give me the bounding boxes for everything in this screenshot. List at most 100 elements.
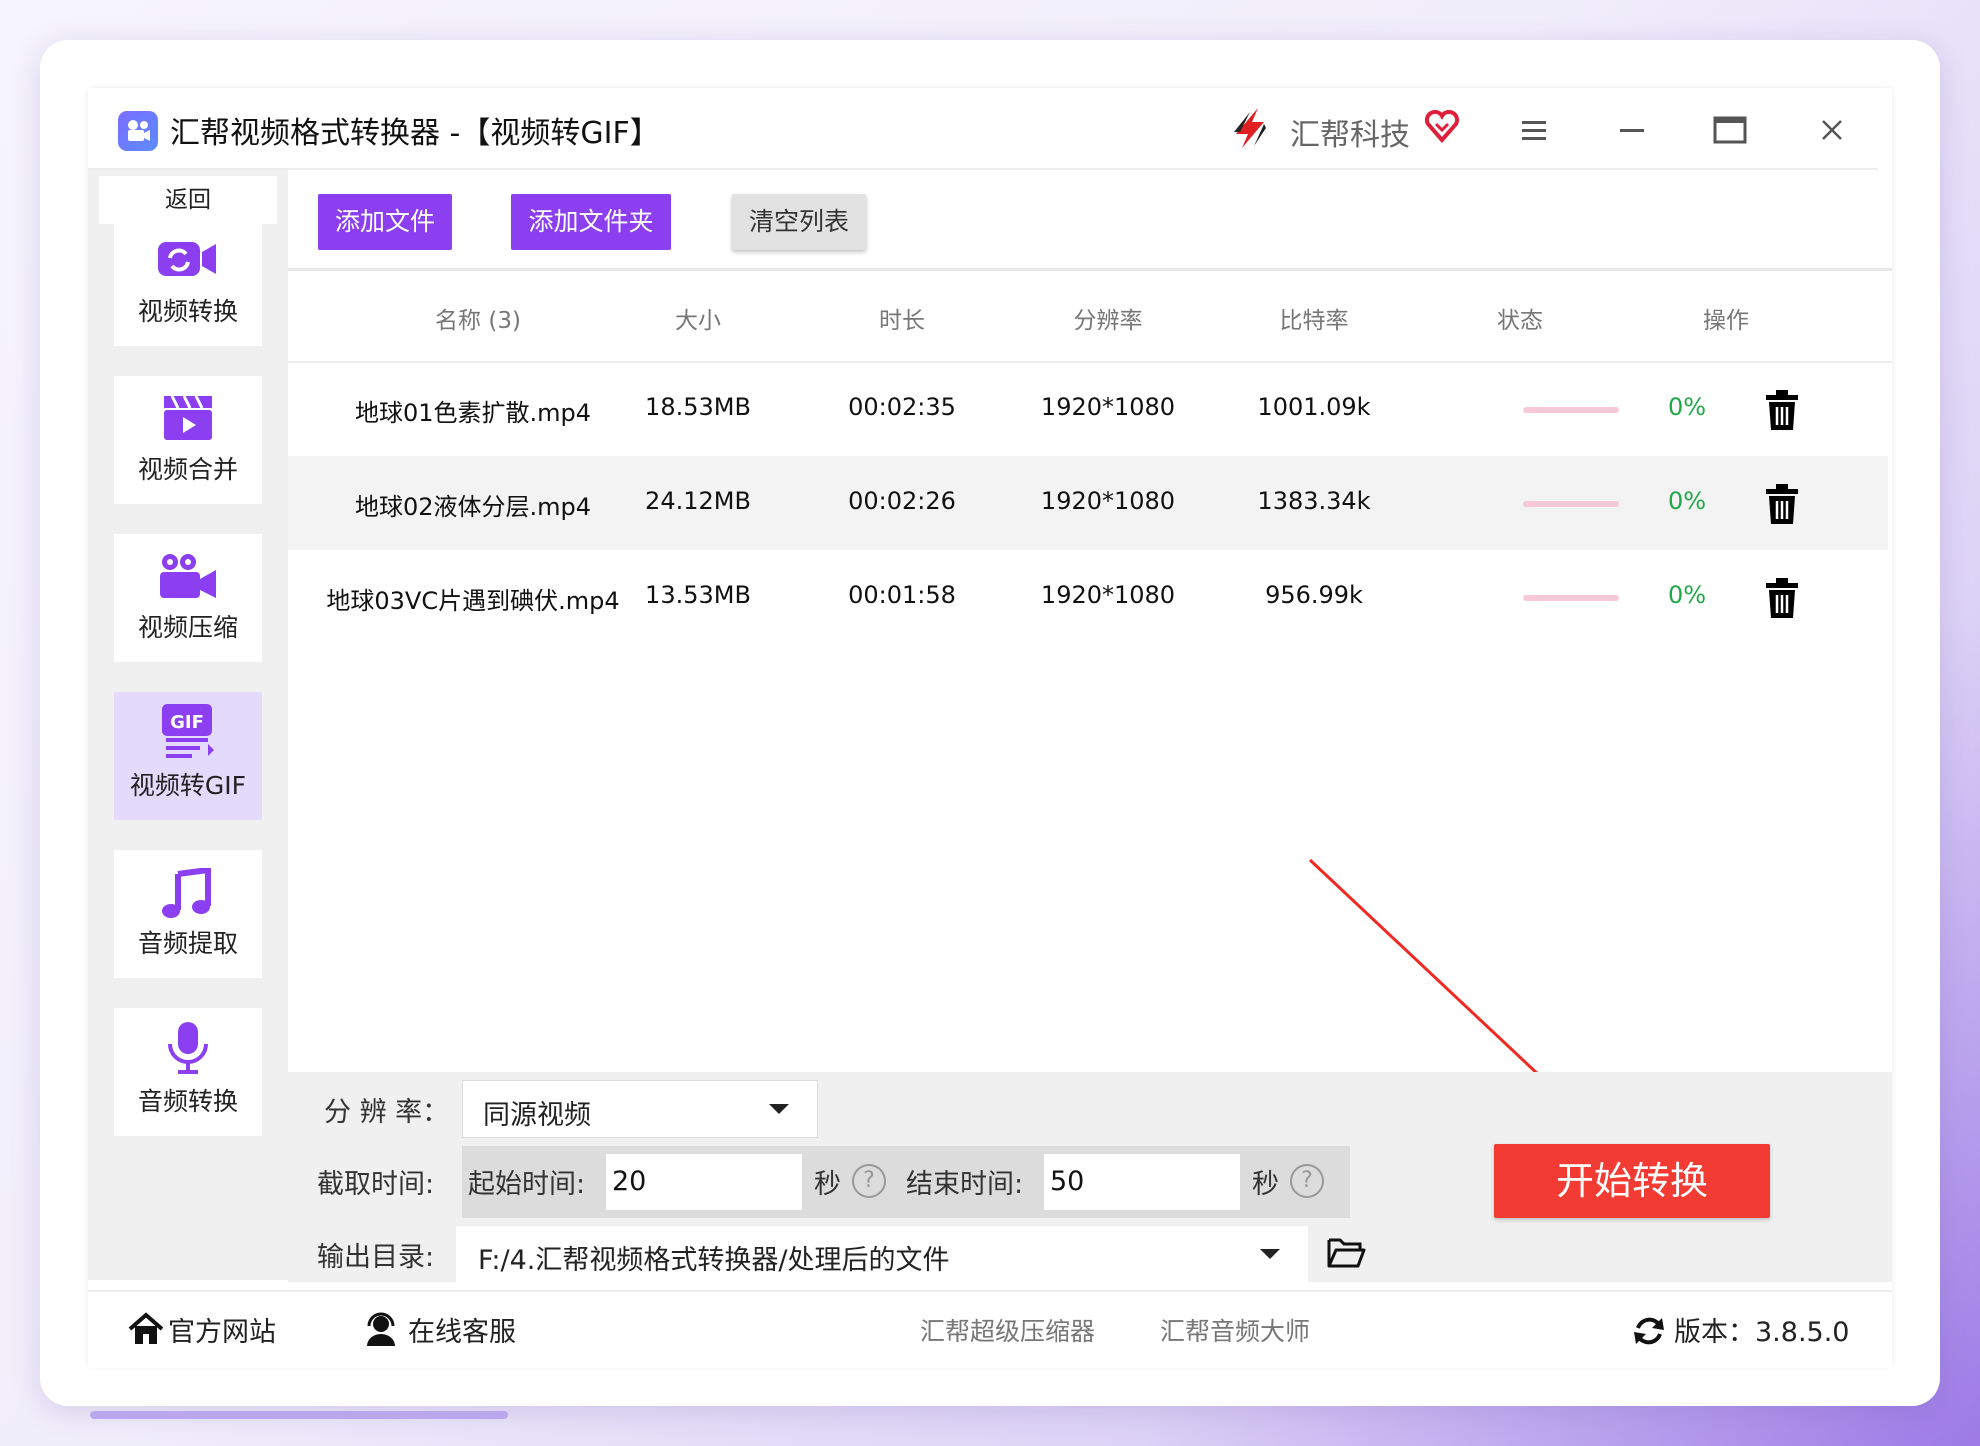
- folder-open-icon[interactable]: [1326, 1234, 1366, 1270]
- end-seconds-unit: 秒: [1252, 1169, 1279, 1200]
- table-row[interactable]: 地球02液体分层.mp4 24.12MB 00:02:26 1920*1080 …: [288, 456, 1888, 550]
- trash-icon[interactable]: [1764, 484, 1800, 524]
- sidebar-item-label: 音频提取: [137, 929, 238, 958]
- file-resolution: 1920*1080: [1040, 393, 1176, 421]
- compressor-link[interactable]: 汇帮超级压缩器: [920, 1312, 1095, 1348]
- start-time-label: 起始时间:: [468, 1169, 586, 1200]
- table-row[interactable]: 地球01色素扩散.mp4 18.53MB 00:02:35 1920*1080 …: [288, 362, 1888, 456]
- brand-name: 汇帮科技: [1290, 118, 1410, 153]
- version-label: 版本：3.8.5.0: [1674, 1317, 1850, 1348]
- clear-list-button[interactable]: 清空列表: [732, 194, 866, 250]
- heart-icon: [1424, 109, 1460, 144]
- title-bar: 汇帮视频格式转换器 -【视频转GIF】 汇帮科技: [88, 88, 1892, 168]
- progress-percent: 0%: [1668, 393, 1707, 421]
- sidebar-item-video-convert[interactable]: 视频转换: [114, 218, 262, 346]
- output-dir-value: F:/4.汇帮视频格式转换器/处理后的文件: [478, 1245, 950, 1276]
- sidebar-item-audio-extract[interactable]: 音频提取: [114, 850, 262, 978]
- chevron-down-icon: [1260, 1249, 1280, 1259]
- sidebar: 返回 视频转换 视频合并 视频压缩 GIF 视频转GIF 音频提取 音频转换: [88, 170, 288, 1280]
- title-divider: [88, 168, 1878, 170]
- brand-logo-icon: [1234, 108, 1266, 148]
- end-time-label: 结束时间:: [906, 1169, 1024, 1200]
- file-size: 24.12MB: [645, 487, 751, 515]
- column-header-resolution[interactable]: 分辨率: [1028, 301, 1188, 335]
- decorative-bar: [90, 1411, 508, 1419]
- table-row[interactable]: 地球03VC片遇到碘伏.mp4 13.53MB 00:01:58 1920*10…: [288, 550, 1888, 644]
- file-name: 地球03VC片遇到碘伏.mp4: [326, 587, 620, 615]
- file-duration: 00:02:26: [848, 487, 956, 515]
- menu-icon[interactable]: [1512, 108, 1556, 152]
- file-bitrate: 1383.34k: [1257, 487, 1371, 515]
- start-convert-button[interactable]: 开始转换: [1494, 1144, 1770, 1218]
- add-file-button[interactable]: 添加文件: [318, 194, 452, 250]
- trash-icon[interactable]: [1764, 390, 1800, 430]
- sidebar-item-video-to-gif[interactable]: GIF 视频转GIF: [114, 692, 262, 820]
- file-resolution: 1920*1080: [1040, 487, 1176, 515]
- help-icon[interactable]: ?: [852, 1164, 886, 1198]
- help-icon[interactable]: ?: [1290, 1164, 1324, 1198]
- column-header-bitrate[interactable]: 比特率: [1234, 301, 1394, 335]
- app-window: 汇帮视频格式转换器 -【视频转GIF】 汇帮科技 返回 视频转换 视频合并 视频…: [88, 88, 1892, 1368]
- file-resolution: 1920*1080: [1040, 581, 1176, 609]
- resolution-value: 同源视频: [483, 1100, 591, 1131]
- sidebar-item-audio-convert[interactable]: 音频转换: [114, 1008, 262, 1136]
- output-dir-label: 输出目录:: [317, 1242, 435, 1273]
- app-logo-icon: [118, 111, 158, 151]
- music-note-icon: [162, 868, 211, 918]
- file-bitrate: 956.99k: [1265, 581, 1363, 609]
- sidebar-item-video-merge[interactable]: 视频合并: [114, 376, 262, 504]
- start-seconds-unit: 秒: [814, 1169, 841, 1200]
- progress-bar: [1523, 501, 1619, 507]
- file-duration: 00:01:58: [848, 581, 956, 609]
- column-header-name[interactable]: 名称 (3): [378, 301, 578, 335]
- progress-bar: [1523, 407, 1619, 413]
- start-time-input[interactable]: 20: [606, 1154, 802, 1210]
- resolution-select[interactable]: 同源视频: [462, 1080, 818, 1138]
- column-header-status[interactable]: 状态: [1440, 301, 1600, 335]
- file-name: 地球01色素扩散.mp4: [354, 399, 592, 427]
- trash-icon[interactable]: [1764, 578, 1800, 618]
- file-name: 地球02液体分层.mp4: [354, 493, 592, 521]
- sidebar-item-label: 视频转换: [137, 297, 238, 326]
- microphone-icon: [168, 1022, 208, 1074]
- column-header-size[interactable]: 大小: [618, 301, 778, 335]
- progress-percent: 0%: [1668, 487, 1707, 515]
- output-dir-select[interactable]: F:/4.汇帮视频格式转换器/处理后的文件: [456, 1226, 1308, 1282]
- progress-bar: [1523, 595, 1619, 601]
- maximize-icon[interactable]: [1708, 108, 1752, 152]
- resolution-label: 分 辨 率：: [324, 1097, 450, 1128]
- gif-icon: GIF: [162, 704, 214, 758]
- add-folder-button[interactable]: 添加文件夹: [511, 194, 671, 250]
- file-bitrate: 1001.09k: [1257, 393, 1371, 421]
- file-duration: 00:02:35: [848, 393, 956, 421]
- progress-percent: 0%: [1668, 581, 1707, 609]
- video-convert-icon: [158, 242, 216, 276]
- home-icon: [128, 1312, 164, 1344]
- official-website-link[interactable]: 官方网站: [168, 1310, 276, 1349]
- file-size: 18.53MB: [645, 393, 751, 421]
- close-icon[interactable]: [1810, 108, 1854, 152]
- clip-time-label: 截取时间:: [317, 1169, 435, 1200]
- sidebar-item-label: 视频压缩: [137, 613, 238, 642]
- column-header-action: 操作: [1703, 308, 1749, 334]
- video-compress-icon: [160, 554, 216, 598]
- online-support-link[interactable]: 在线客服: [408, 1310, 516, 1349]
- customer-service-icon: [367, 1312, 395, 1346]
- footer: 官方网站 在线客服 汇帮超级压缩器 汇帮音频大师 版本：3.8.5.0: [88, 1290, 1892, 1368]
- svg-text:GIF: GIF: [170, 712, 204, 733]
- refresh-icon[interactable]: [1632, 1314, 1666, 1348]
- clip-time-group: 起始时间: 20 秒 ? 结束时间: 50 秒 ?: [462, 1146, 1350, 1218]
- audio-master-link[interactable]: 汇帮音频大师: [1160, 1312, 1310, 1348]
- sidebar-item-video-compress[interactable]: 视频压缩: [114, 534, 262, 662]
- video-merge-icon: [164, 395, 212, 440]
- table-header: 名称 (3) 大小 时长 分辨率 比特率 状态 操作: [288, 271, 1892, 361]
- column-header-duration[interactable]: 时长: [822, 301, 982, 335]
- sidebar-item-label: 视频合并: [137, 455, 238, 484]
- chevron-down-icon: [769, 1104, 789, 1114]
- sidebar-item-label: 视频转GIF: [129, 771, 247, 800]
- minimize-icon[interactable]: [1610, 108, 1654, 152]
- back-button[interactable]: 返回: [99, 176, 277, 224]
- sidebar-item-label: 音频转换: [137, 1087, 238, 1116]
- window-title: 汇帮视频格式转换器 -【视频转GIF】: [170, 116, 660, 151]
- end-time-input[interactable]: 50: [1044, 1154, 1240, 1210]
